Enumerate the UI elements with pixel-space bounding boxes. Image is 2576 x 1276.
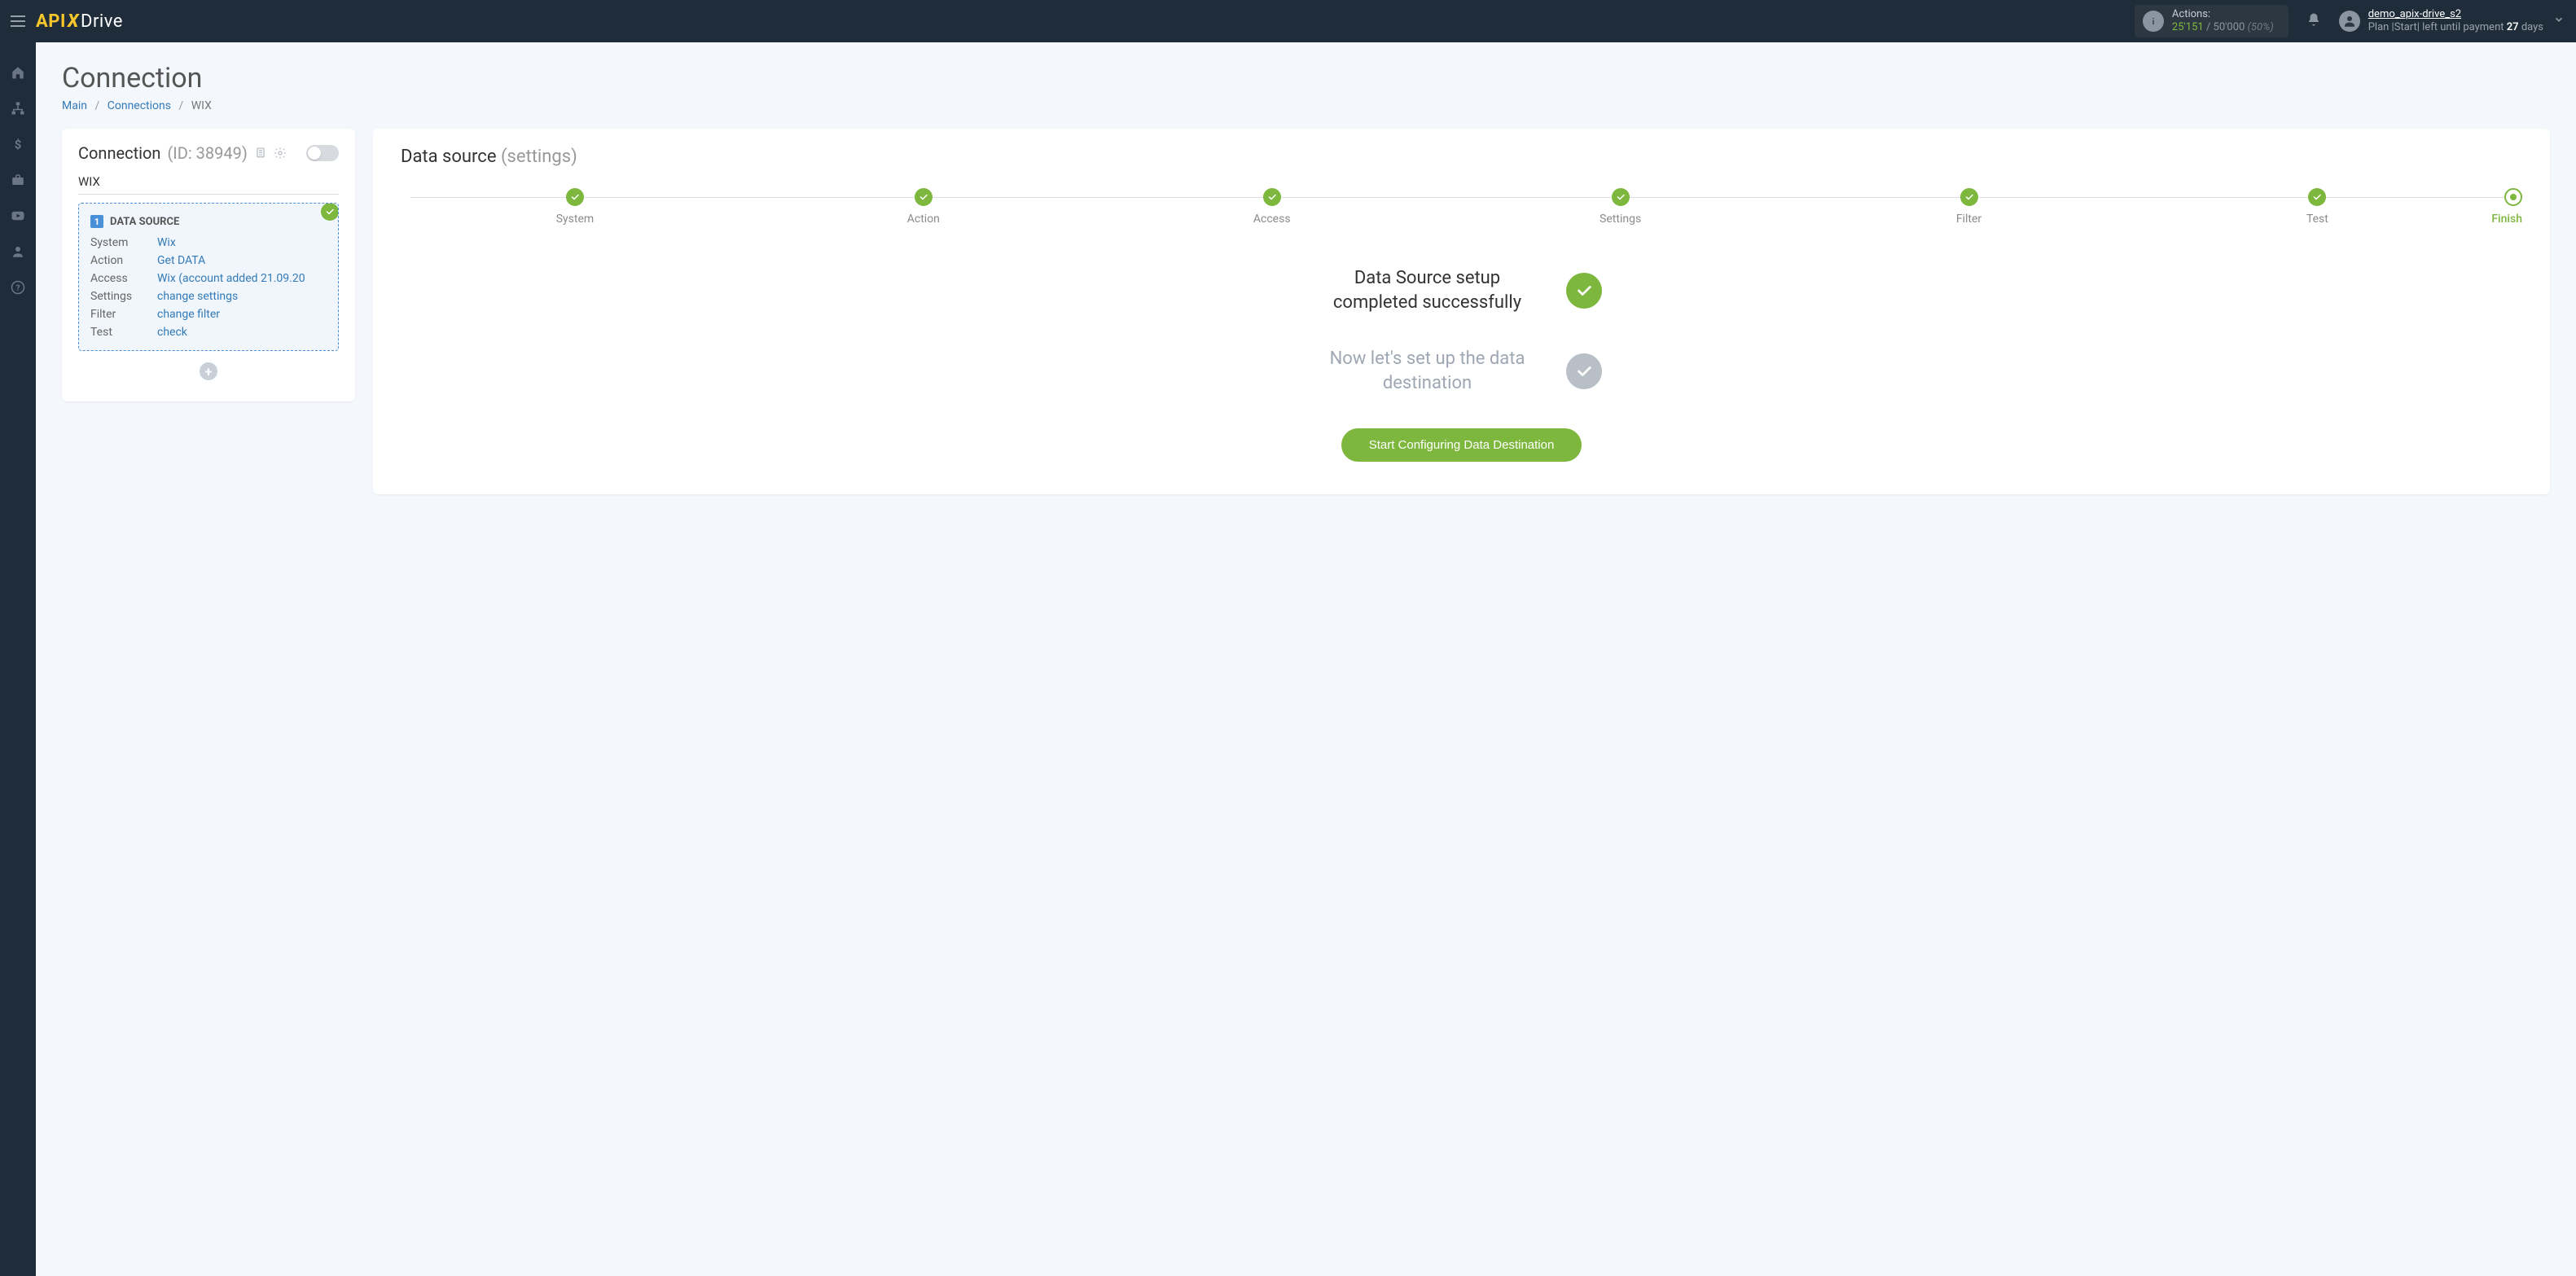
connection-card: Connection (ID: 38949) WIX 1 DATA SOURCE: [62, 129, 355, 401]
step-filter[interactable]: Filter: [1795, 188, 2144, 226]
add-destination-button[interactable]: +: [200, 362, 217, 380]
step-label-access: Access: [1098, 213, 1446, 226]
svg-text:$: $: [15, 137, 22, 151]
notifications-button[interactable]: [2306, 12, 2321, 30]
breadcrumb-main[interactable]: Main: [62, 99, 87, 112]
sidebar-rail: $ ?: [0, 42, 36, 1276]
connection-toggle[interactable]: [306, 145, 339, 161]
account-name: demo_apix-drive_s2: [2368, 8, 2543, 21]
actions-total: / 50'000: [2206, 21, 2245, 33]
account-menu[interactable]: demo_apix-drive_s2 Plan |Start| left unt…: [2339, 8, 2543, 35]
check-icon: [325, 207, 335, 217]
main-card: Data source (settings) System Action: [373, 129, 2550, 494]
account-plan-prefix: Plan |Start| left until payment: [2368, 21, 2507, 33]
account-days-suffix: days: [2519, 21, 2543, 33]
status-done-text: Data Source setup completed successfully: [1322, 266, 1534, 314]
bell-icon: [2306, 12, 2321, 27]
logo-x: X: [68, 11, 79, 32]
main-subtitle: (settings): [501, 147, 577, 167]
logo-drive: Drive: [81, 11, 123, 32]
gear-icon[interactable]: [274, 147, 287, 160]
step-finish[interactable]: Finish: [2491, 188, 2522, 226]
step-action[interactable]: Action: [749, 188, 1098, 226]
status-done-icon: [1566, 273, 1602, 309]
step-label-filter: Filter: [1795, 213, 2144, 226]
ds-label-system: System: [90, 236, 157, 249]
breadcrumb-current: WIX: [191, 99, 212, 112]
connection-card-title: Connection: [78, 143, 160, 163]
check-icon: [919, 192, 928, 202]
status-pending-row: Now let's set up the data destination: [1234, 347, 1690, 395]
data-source-done-badge: [321, 203, 339, 221]
step-label-system: System: [401, 213, 749, 226]
ds-label-settings: Settings: [90, 290, 157, 303]
ds-value-settings[interactable]: change settings: [157, 290, 327, 303]
page-title: Connection: [62, 62, 2550, 94]
step-label-settings: Settings: [1446, 213, 1795, 226]
briefcase-icon[interactable]: [11, 173, 25, 187]
step-access[interactable]: Access: [1098, 188, 1446, 226]
account-days: 27: [2507, 21, 2519, 33]
actions-percent: (50%): [2248, 21, 2274, 33]
help-icon[interactable]: ?: [11, 280, 25, 295]
ds-value-action[interactable]: Get DATA: [157, 254, 327, 267]
ds-value-filter[interactable]: change filter: [157, 308, 327, 321]
check-icon: [1616, 192, 1626, 202]
status-pending-icon: [1566, 353, 1602, 389]
ds-label-action: Action: [90, 254, 157, 267]
check-icon: [1267, 192, 1277, 202]
home-icon[interactable]: [11, 65, 25, 80]
data-source-box[interactable]: 1 DATA SOURCE System Wix Action Get DATA…: [78, 203, 339, 351]
copy-icon[interactable]: [254, 147, 267, 160]
stepper: System Action Access Settings: [401, 188, 2522, 226]
ds-label-test: Test: [90, 326, 157, 339]
actions-usage-box[interactable]: Actions: 25'151 / 50'000 (50%): [2135, 5, 2289, 38]
ds-label-access: Access: [90, 272, 157, 285]
status-pending-text: Now let's set up the data destination: [1322, 347, 1534, 395]
step-label-action: Action: [749, 213, 1098, 226]
content: Connection Main / Connections / WIX Conn…: [36, 42, 2576, 1276]
dollar-icon[interactable]: $: [11, 137, 25, 151]
info-icon: [2143, 11, 2164, 32]
avatar-icon: [2339, 11, 2360, 32]
step-system[interactable]: System: [401, 188, 749, 226]
check-icon: [1575, 362, 1593, 380]
topbar: APIXDrive Actions: 25'151 / 50'000 (50%): [0, 0, 2576, 42]
actions-label: Actions:: [2172, 8, 2274, 21]
youtube-icon[interactable]: [11, 208, 25, 223]
check-icon: [1964, 192, 1974, 202]
breadcrumb: Main / Connections / WIX: [62, 99, 2550, 112]
status-done-row: Data Source setup completed successfully: [1234, 266, 1690, 314]
ds-value-access[interactable]: Wix (account added 21.09.20: [157, 272, 327, 285]
check-icon: [1575, 282, 1593, 300]
data-source-number-badge: 1: [90, 215, 103, 228]
step-test[interactable]: Test: [2143, 188, 2491, 226]
data-source-heading: DATA SOURCE: [110, 216, 179, 228]
user-icon[interactable]: [11, 244, 25, 259]
logo[interactable]: APIXDrive: [36, 11, 123, 32]
connection-id: (ID: 38949): [167, 143, 247, 163]
account-caret[interactable]: [2553, 14, 2565, 29]
check-icon: [2312, 192, 2322, 202]
main-title: Data source: [401, 147, 497, 167]
ds-value-test[interactable]: check: [157, 326, 327, 339]
step-label-finish: Finish: [2491, 213, 2522, 226]
breadcrumb-connections[interactable]: Connections: [108, 99, 171, 112]
actions-used: 25'151: [2172, 21, 2204, 33]
logo-api: API: [36, 11, 66, 32]
start-destination-button[interactable]: Start Configuring Data Destination: [1341, 428, 1582, 462]
chevron-down-icon: [2553, 14, 2565, 25]
step-settings[interactable]: Settings: [1446, 188, 1795, 226]
actions-usage-text: Actions: 25'151 / 50'000 (50%): [2172, 8, 2274, 35]
ds-value-system[interactable]: Wix: [157, 236, 327, 249]
connection-name[interactable]: WIX: [78, 174, 339, 195]
ds-label-filter: Filter: [90, 308, 157, 321]
check-icon: [570, 192, 580, 202]
step-label-test: Test: [2143, 213, 2491, 226]
sitemap-icon[interactable]: [11, 101, 25, 116]
menu-toggle-button[interactable]: [0, 0, 36, 42]
svg-text:?: ?: [15, 283, 20, 293]
